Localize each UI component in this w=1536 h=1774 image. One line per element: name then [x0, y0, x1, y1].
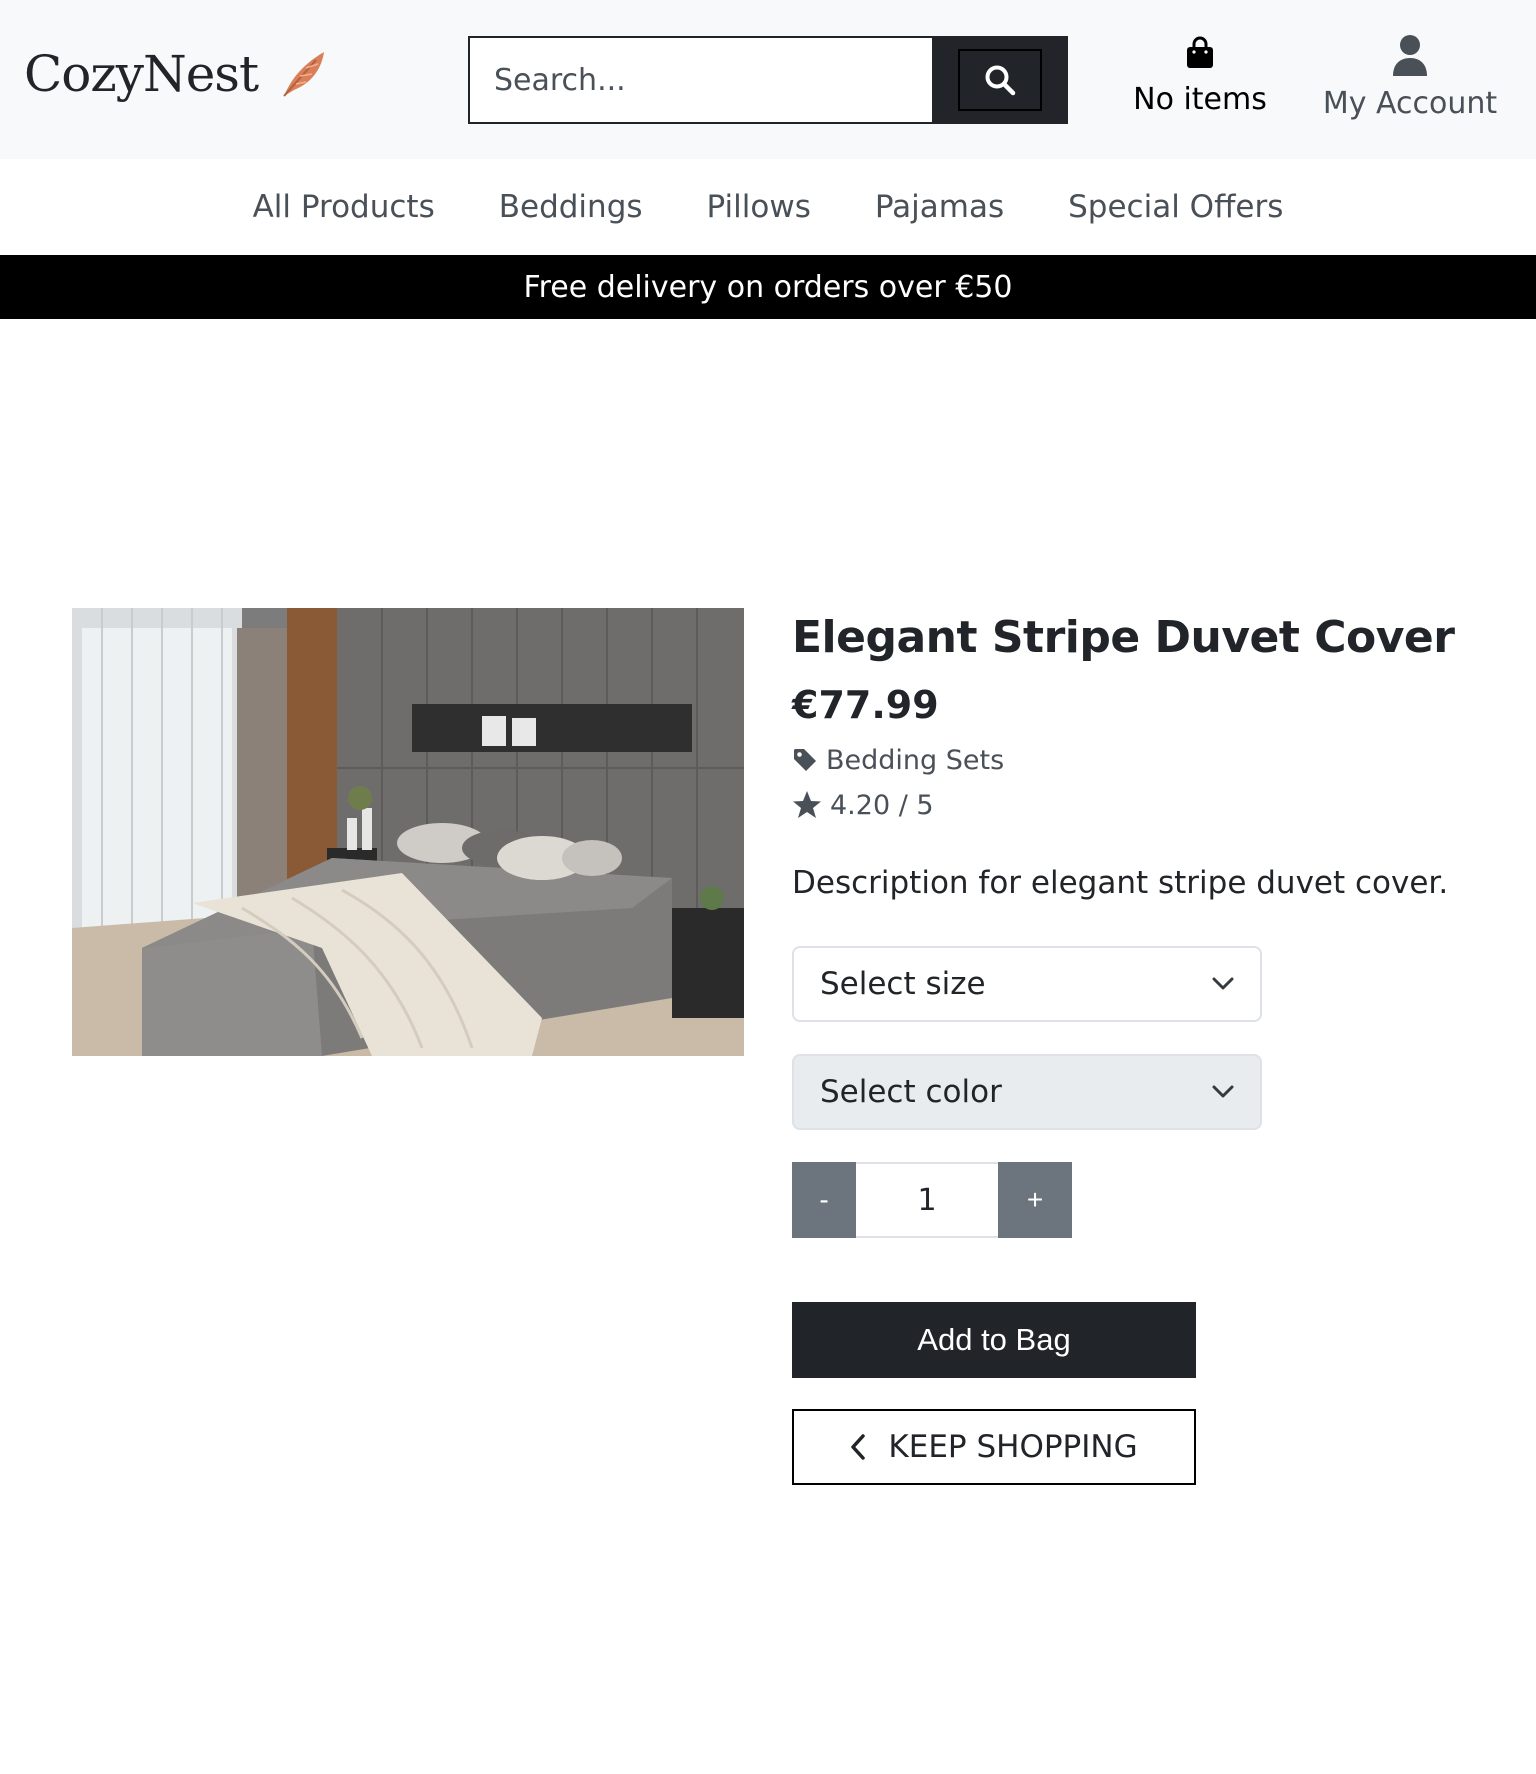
top-header: CozyNest No items — [0, 0, 1536, 159]
keep-shopping-button[interactable]: KEEP SHOPPING — [792, 1409, 1196, 1485]
feather-icon — [283, 52, 325, 97]
quantity-decrease-button[interactable]: - — [792, 1162, 856, 1238]
nav-item-all-products[interactable]: All Products — [253, 189, 435, 225]
product-image — [72, 608, 744, 1056]
logo-link[interactable]: CozyNest — [24, 48, 328, 100]
shopping-bag-link[interactable]: No items — [1130, 36, 1270, 117]
keep-shopping-label: KEEP SHOPPING — [888, 1429, 1138, 1465]
nav-item-beddings[interactable]: Beddings — [499, 189, 643, 225]
product-details: Elegant Stripe Duvet Cover €77.99 Beddin… — [792, 612, 1492, 1485]
color-select-value: Select color — [820, 1074, 1002, 1110]
product-title: Elegant Stripe Duvet Cover — [792, 612, 1455, 663]
size-select-value: Select size — [820, 966, 986, 1002]
search-icon — [985, 65, 1016, 96]
star-icon — [793, 791, 821, 819]
add-to-bag-button[interactable]: Add to Bag — [792, 1302, 1196, 1378]
size-select[interactable]: Select size — [792, 946, 1262, 1022]
search-input[interactable] — [468, 36, 932, 124]
bag-label: No items — [1133, 82, 1267, 117]
search-button-focus-ring — [958, 49, 1042, 111]
bedroom-photo — [72, 608, 744, 1056]
chevron-down-icon — [1212, 1085, 1234, 1098]
user-icon — [1393, 35, 1427, 76]
color-select[interactable]: Select color — [792, 1054, 1262, 1130]
category-label: Bedding Sets — [826, 744, 1005, 776]
product-description: Description for elegant stripe duvet cov… — [792, 864, 1449, 901]
nav-item-pajamas[interactable]: Pajamas — [875, 189, 1004, 225]
delivery-banner-text: Free delivery on orders over €50 — [523, 269, 1013, 305]
chevron-down-icon — [1212, 977, 1234, 990]
rating-value: 4.20 / 5 — [830, 789, 934, 821]
quantity-input[interactable]: 1 — [856, 1162, 998, 1238]
product-category: Bedding Sets — [792, 745, 1492, 776]
my-account-label: My Account — [1322, 86, 1498, 121]
quantity-increase-button[interactable]: + — [998, 1162, 1072, 1238]
nav-item-special-offers[interactable]: Special Offers — [1068, 189, 1283, 225]
tag-icon — [794, 749, 816, 772]
product-price: €77.99 — [792, 682, 939, 727]
search-form — [468, 36, 1068, 124]
logo-text: CozyNest — [24, 45, 259, 103]
chevron-left-icon — [851, 1434, 866, 1460]
delivery-banner: Free delivery on orders over €50 — [0, 255, 1536, 319]
search-button[interactable] — [932, 36, 1068, 124]
shopping-bag-icon — [1187, 36, 1213, 68]
quantity-stepper: - 1 + — [792, 1162, 1072, 1238]
my-account-link[interactable]: My Account — [1320, 34, 1500, 121]
product-rating: 4.20 / 5 — [792, 790, 1492, 821]
nav-item-pillows[interactable]: Pillows — [707, 189, 811, 225]
main-nav: All Products Beddings Pillows Pajamas Sp… — [0, 159, 1536, 255]
